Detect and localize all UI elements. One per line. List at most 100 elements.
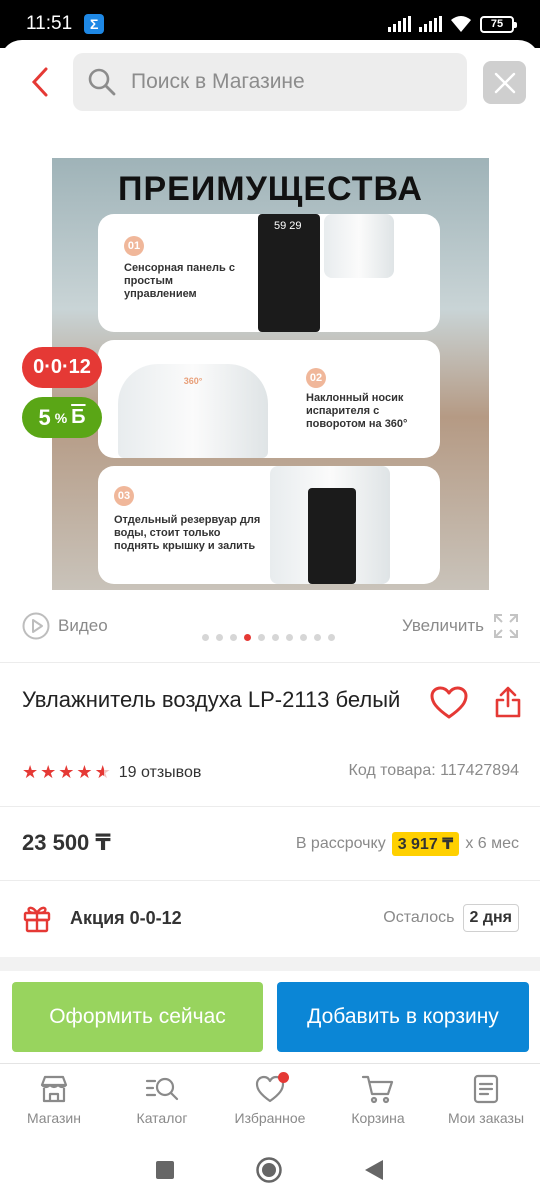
pagination-dot[interactable] (286, 634, 293, 641)
chevron-left-icon (31, 67, 48, 97)
feature-text: Сенсорная панель с простым управлением (124, 262, 235, 300)
product-price: 23 500 ₸ (22, 830, 111, 855)
notification-dot (278, 1072, 289, 1083)
feature-card-1: 01 Сенсорная панель с простым управление… (98, 214, 440, 332)
play-circle-icon (22, 612, 50, 640)
gallery-pagination (202, 634, 335, 641)
humidifier-tank-image (324, 214, 394, 278)
bonus-badge: 5 % Б (22, 397, 102, 438)
bonus-percent: 5 (38, 404, 51, 430)
reviews-count: 19 отзывов (118, 763, 202, 781)
share-icon[interactable] (494, 685, 522, 719)
expand-icon (494, 614, 518, 638)
star-icon: ★ (22, 762, 39, 782)
remain-label: Осталось (383, 909, 455, 926)
top-bar: Поиск в Магазине (0, 52, 540, 112)
pagination-dot[interactable] (328, 634, 335, 641)
video-button[interactable]: Видео (22, 612, 108, 640)
favorite-heart-icon[interactable] (430, 686, 468, 720)
zoom-label: Увеличить (402, 616, 484, 635)
pagination-dot[interactable] (272, 634, 279, 641)
add-to-cart-button[interactable]: Добавить в корзину (277, 982, 529, 1052)
tab-label: Каталог (136, 1110, 188, 1126)
catalog-search-icon (145, 1077, 179, 1101)
installment-badge: 0·0·12 (22, 347, 102, 388)
humidifier-top-image: 360° (118, 364, 268, 458)
promo-label: Акция 0-0-12 (70, 907, 182, 928)
tab-favorites[interactable]: Избранное (216, 1064, 324, 1139)
installment-amount: 3 917 ₸ (391, 832, 460, 856)
pagination-dot[interactable] (230, 634, 237, 641)
promo-remaining: Осталось 2 дня (383, 904, 519, 932)
product-image[interactable]: ПРЕИМУЩЕСТВА 01 Сенсорная панель с прост… (52, 158, 489, 590)
wifi-icon (451, 16, 471, 32)
home-icon[interactable] (255, 1156, 283, 1184)
feature-number: 03 (114, 486, 134, 506)
panel-readout: 59 29 (274, 220, 302, 232)
pagination-dot[interactable] (314, 634, 321, 641)
video-label: Видео (58, 616, 108, 635)
tab-cart[interactable]: Корзина (324, 1064, 432, 1139)
tab-orders[interactable]: Мои заказы (432, 1064, 540, 1139)
gift-icon (23, 906, 51, 933)
divider (0, 806, 540, 807)
pagination-dot[interactable] (300, 634, 307, 641)
bonus-percent-sign: % (54, 409, 68, 426)
signal-icon (419, 16, 442, 32)
product-code: Код товара: 117427894 (348, 762, 520, 779)
feature-card-3: 03 Отдельный резервуар для воды, стоит т… (98, 466, 440, 584)
star-icon: ★ (76, 762, 93, 782)
back-button[interactable] (22, 62, 58, 102)
divider (0, 662, 540, 663)
divider (0, 880, 540, 881)
search-icon (88, 68, 116, 96)
close-button[interactable] (483, 61, 526, 104)
installment-prefix: В рассрочку (295, 835, 386, 852)
remain-days: 2 дня (462, 904, 519, 932)
tab-catalog[interactable]: Каталог (108, 1064, 216, 1139)
humidifier-panel-image: 59 29 (258, 214, 320, 332)
tab-label: Избранное (234, 1110, 306, 1126)
promo-row[interactable]: Акция 0-0-12 (22, 903, 182, 933)
search-input[interactable]: Поиск в Магазине (73, 53, 467, 111)
pagination-dot[interactable] (216, 634, 223, 641)
tab-label: Мои заказы (447, 1110, 525, 1126)
tab-label: Корзина (351, 1110, 405, 1126)
feature-text: Наклонный носик испарителя с поворотом н… (306, 392, 408, 430)
status-time: 11:51 (26, 13, 73, 34)
rating[interactable]: ★ ★ ★ ★ ★ 19 отзывов (22, 762, 201, 783)
half-star-icon: ★ (94, 762, 111, 782)
tab-label: Магазин (26, 1110, 81, 1126)
installment-suffix: x 6 мес (465, 835, 519, 852)
banner-title: ПРЕИМУЩЕСТВА (118, 170, 423, 208)
humidifier-body-image (308, 488, 356, 584)
buy-now-button[interactable]: Оформить сейчас (12, 982, 263, 1052)
system-nav-bar (0, 1139, 540, 1200)
pagination-dot[interactable] (258, 634, 265, 641)
section-separator (0, 957, 540, 971)
store-icon (40, 1075, 68, 1103)
pagination-dot[interactable] (244, 634, 251, 641)
bottom-tab-bar: Магазин Каталог Избранное Корзина Мои за… (0, 1063, 540, 1139)
orders-icon (473, 1074, 499, 1104)
feature-number: 02 (306, 368, 326, 388)
pagination-dot[interactable] (202, 634, 209, 641)
installment-info[interactable]: В рассрочку 3 917 ₸ x 6 мес (296, 832, 519, 856)
star-icon: ★ (40, 762, 57, 782)
back-nav-icon[interactable] (363, 1158, 385, 1182)
cart-icon (361, 1075, 394, 1104)
zoom-button[interactable]: Увеличить (402, 612, 520, 640)
nozzle-label: 360° (183, 376, 203, 386)
app-notification-icon: Σ (84, 14, 105, 34)
feature-card-2: 360° 02 Наклонный носик испарителя с пов… (98, 340, 440, 458)
star-icon: ★ (58, 762, 75, 782)
signal-icon (388, 16, 411, 32)
battery-icon: 75 (480, 15, 517, 33)
recent-apps-icon[interactable] (155, 1160, 175, 1180)
tab-store[interactable]: Магазин (0, 1064, 108, 1139)
feature-text: Отдельный резервуар для воды, стоит толь… (114, 514, 261, 552)
close-icon (494, 72, 515, 93)
search-placeholder: Поиск в Магазине (131, 70, 305, 93)
bonus-letter: Б (71, 406, 86, 428)
feature-number: 01 (124, 236, 144, 256)
